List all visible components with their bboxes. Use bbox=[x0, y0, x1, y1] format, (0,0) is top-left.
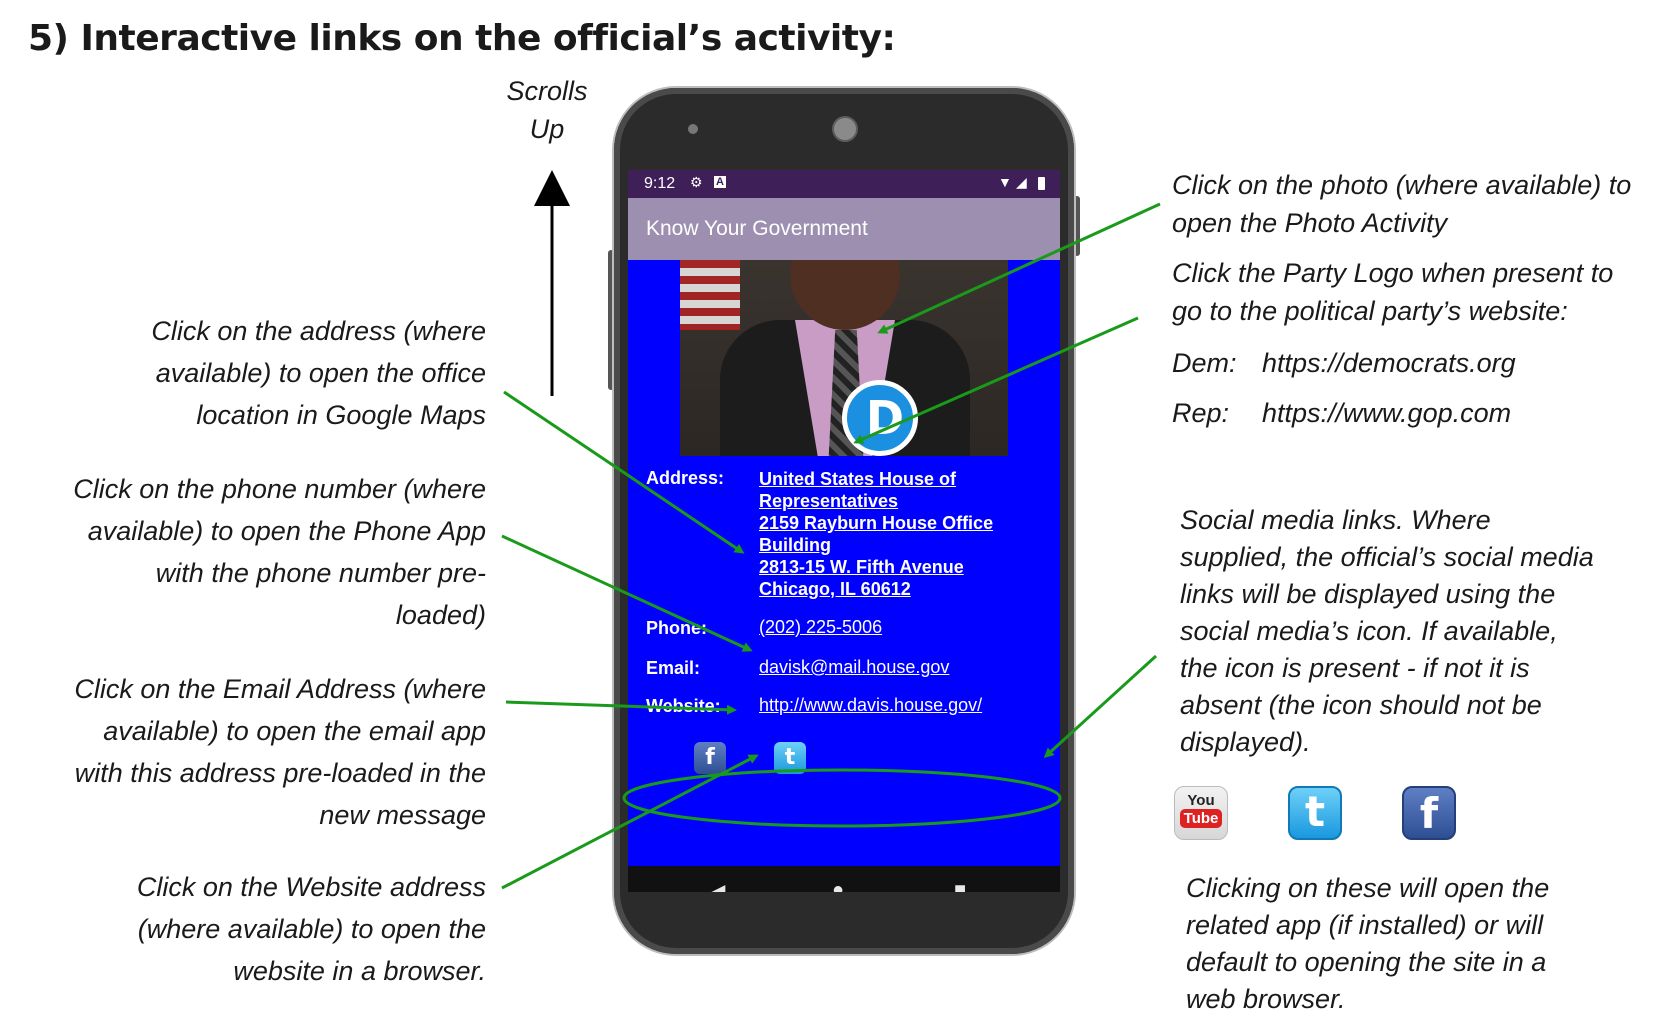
phone-number-link[interactable]: (202) 225-5006 bbox=[759, 616, 882, 638]
rep-url: https://www.gop.com bbox=[1262, 398, 1512, 428]
dem-label: Dem: bbox=[1172, 348, 1237, 378]
back-icon[interactable]: ◀ bbox=[710, 879, 725, 892]
flag-image bbox=[680, 260, 740, 330]
wifi-icon: ▼ bbox=[998, 174, 1012, 190]
youtube-icon: You Tube bbox=[1174, 786, 1228, 840]
email-link[interactable]: davisk@mail.house.gov bbox=[759, 656, 949, 678]
address-note-line: Click on the address (where bbox=[151, 316, 486, 346]
party-note: Click the Party Logo when present to go … bbox=[1172, 254, 1662, 330]
phone-screen: 9:12 ⚙ A ▼ ◢ Know Your Government D Addr… bbox=[628, 170, 1060, 892]
rep-label: Rep: bbox=[1172, 398, 1230, 428]
social-note-line: links will be displayed using the bbox=[1180, 579, 1556, 609]
youtube-icon-line-2: Tube bbox=[1179, 809, 1223, 828]
address-line: United States House of bbox=[759, 469, 957, 489]
social-note: Social media links. Where supplied, the … bbox=[1180, 502, 1660, 761]
battery-icon bbox=[1038, 177, 1045, 190]
social-note-line: supplied, the official’s social media bbox=[1180, 542, 1594, 572]
page-heading: 5) Interactive links on the official’s a… bbox=[28, 18, 896, 59]
phone-label: Phone: bbox=[646, 618, 707, 638]
address-line: Representatives bbox=[759, 491, 899, 511]
phone-camera bbox=[832, 116, 858, 142]
social-note-line: Social media links. Where bbox=[1180, 505, 1491, 535]
gear-icon: ⚙ bbox=[690, 174, 703, 190]
clicking-note: Clicking on these will open the related … bbox=[1186, 870, 1662, 1018]
party-note-line: Click the Party Logo when present to bbox=[1172, 258, 1614, 288]
phone-note-line: with the phone number pre- bbox=[155, 558, 486, 588]
address-note-line: location in Google Maps bbox=[196, 400, 486, 430]
status-bar: 9:12 ⚙ A ▼ ◢ bbox=[628, 170, 1060, 198]
website-note-line: website in a browser. bbox=[233, 956, 486, 986]
website-note: Click on the Website address (where avai… bbox=[40, 866, 486, 992]
party-logo-button[interactable]: D bbox=[842, 380, 918, 456]
app-bar: Know Your Government bbox=[628, 198, 1060, 260]
email-note-line: Click on the Email Address (where bbox=[74, 674, 486, 704]
email-note-line: with this address pre-loaded in the bbox=[74, 758, 486, 788]
email-label: Email: bbox=[646, 658, 701, 678]
twitter-icon[interactable]: t bbox=[774, 742, 806, 774]
website-label: Website: bbox=[646, 696, 721, 716]
social-note-line: displayed). bbox=[1180, 727, 1311, 757]
email-note-line: available) to open the email app bbox=[103, 716, 486, 746]
website-note-line: Click on the Website address bbox=[136, 872, 486, 902]
app-title: Know Your Government bbox=[646, 217, 868, 240]
address-line: Building bbox=[759, 535, 831, 555]
address-line: 2159 Rayburn House Office bbox=[759, 513, 994, 533]
home-icon[interactable]: ● bbox=[832, 879, 844, 892]
phone-sensor-dot bbox=[688, 124, 698, 134]
facebook-icon: f bbox=[1402, 786, 1456, 840]
address-line: 2813-15 W. Fifth Avenue bbox=[759, 557, 964, 577]
phone-frame: 9:12 ⚙ A ▼ ◢ Know Your Government D Addr… bbox=[614, 88, 1074, 954]
address-label: Address: bbox=[646, 468, 725, 488]
recents-icon[interactable]: ■ bbox=[954, 879, 966, 892]
address-note-line: available) to open the office bbox=[155, 358, 486, 388]
signal-icon: ◢ bbox=[1016, 174, 1027, 190]
clicking-note-line: web browser. bbox=[1186, 984, 1346, 1014]
android-nav-bar: ◀ ● ■ bbox=[628, 866, 1060, 892]
social-note-line: social media’s icon. If available, bbox=[1180, 616, 1558, 646]
facebook-glyph: f bbox=[705, 745, 715, 770]
dem-url-row: Dem: https://democrats.org bbox=[1172, 344, 1662, 382]
scrolls-line-1: Scrolls bbox=[506, 76, 588, 106]
facebook-icon-glyph: f bbox=[1419, 789, 1439, 838]
phone-note: Click on the phone number (where availab… bbox=[20, 468, 486, 636]
email-note: Click on the Email Address (where availa… bbox=[20, 668, 486, 836]
status-time: 9:12 bbox=[644, 175, 676, 192]
twitter-icon: t bbox=[1288, 786, 1342, 840]
address-note: Click on the address (where available) t… bbox=[40, 310, 486, 436]
party-note-line: go to the political party’s website: bbox=[1172, 296, 1568, 326]
scrolls-line-2: Up bbox=[529, 114, 565, 144]
clicking-note-line: Clicking on these will open the bbox=[1186, 873, 1550, 903]
scrolls-up-label: Scrolls Up bbox=[492, 72, 602, 148]
party-logo-letter: D bbox=[865, 391, 905, 445]
rep-url-row: Rep: https://www.gop.com bbox=[1172, 394, 1662, 432]
photo-note-line: Click on the photo (where available) to bbox=[1172, 170, 1632, 200]
official-photo[interactable]: D bbox=[680, 260, 1008, 456]
clicking-note-line: default to opening the site in a bbox=[1186, 947, 1547, 977]
clicking-note-line: related app (if installed) or will bbox=[1186, 910, 1544, 940]
dem-url: https://democrats.org bbox=[1262, 348, 1516, 378]
facebook-icon[interactable]: f bbox=[694, 742, 726, 774]
email-note-line: new message bbox=[319, 800, 486, 830]
photo-note-line: open the Photo Activity bbox=[1172, 208, 1448, 238]
phone-note-line: Click on the phone number (where bbox=[73, 474, 486, 504]
a-icon: A bbox=[714, 176, 726, 188]
phone-note-line: loaded) bbox=[395, 600, 486, 630]
twitter-glyph: t bbox=[784, 745, 796, 770]
photo-note: Click on the photo (where available) to … bbox=[1172, 166, 1662, 242]
social-note-line: the icon is present - if not it is bbox=[1180, 653, 1530, 683]
website-note-line: (where available) to open the bbox=[137, 914, 486, 944]
phone-power-button bbox=[1074, 196, 1080, 256]
youtube-icon-line-1: You bbox=[1187, 792, 1215, 809]
website-link[interactable]: http://www.davis.house.gov/ bbox=[759, 694, 982, 716]
address-line: Chicago, IL 60612 bbox=[759, 579, 911, 599]
social-note-line: absent (the icon should not be bbox=[1180, 690, 1542, 720]
address-link[interactable]: United States House of Representatives 2… bbox=[759, 468, 993, 600]
phone-note-line: available) to open the Phone App bbox=[87, 516, 486, 546]
twitter-icon-glyph: t bbox=[1304, 787, 1326, 836]
